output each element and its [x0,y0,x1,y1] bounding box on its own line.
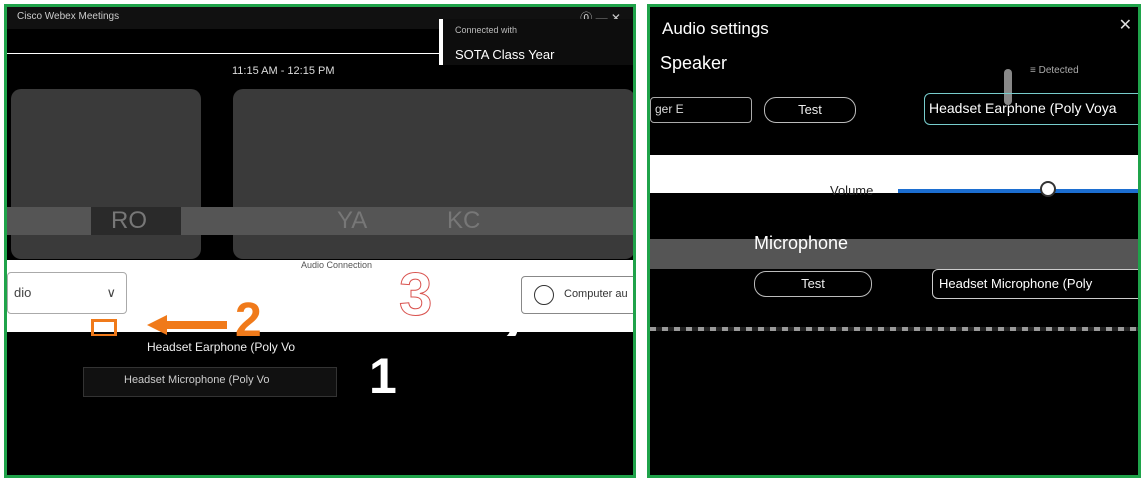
volume-section-bg [650,155,1138,193]
microphone-select-row[interactable]: Headset Microphone (Poly Vo [83,367,337,397]
volume-slider[interactable] [898,189,1138,193]
microphone-controls-row: Test Headset Microphone (Poly [650,269,1138,299]
microphone-device-value: Headset Microphone (Poly [939,276,1093,291]
meeting-time: 11:15 AM - 12:15 PM [232,65,335,77]
speaker-test-button[interactable]: Test [764,97,856,123]
audio-dropdown[interactable]: dio ∨ [7,272,127,314]
speaker-select-row[interactable]: Headset Earphone (Poly Vo [7,336,633,364]
speaker-left-dropdown[interactable]: ger E [650,97,752,123]
toolbar-strip [7,31,439,54]
computer-audio-button[interactable]: Computer au [521,276,633,314]
computer-audio-label: Computer au [564,288,628,300]
dialog-title: Audio settings [662,19,769,38]
microphone-section-bg [650,239,1138,269]
divider [650,327,1138,331]
avatar-initials-1: RO [111,207,147,234]
speaker-device-value: Headset Earphone (Poly Voya [929,100,1117,116]
annotation-highlight-box [91,319,117,337]
microphone-device-dropdown[interactable]: Headset Microphone (Poly [932,269,1138,299]
meeting-info-card: Connected with SOTA Class Year [439,19,633,65]
participant-overlay-bar: RO YA KC [7,207,633,235]
computer-audio-icon [534,285,554,305]
volume-slider-handle[interactable] [1040,181,1056,197]
audio-settings-dialog: Audio settings ✕ Speaker ≡ Detected ger … [647,4,1141,478]
speaker-device-dropdown[interactable]: Headset Earphone (Poly Voya [924,93,1138,125]
audio-connection-label: Audio Connection [301,260,373,270]
speaker-controls-row: ger E Test Headset Earphone (Poly Voya [650,93,1138,125]
speaker-heading: Speaker [660,53,728,73]
avatar-initials-3: KC [447,207,481,234]
microphone-heading: Microphone [754,233,849,253]
detected-status: ≡ Detected [1030,65,1079,76]
close-icon[interactable]: ✕ [1119,15,1132,35]
mic-selected: Headset Microphone (Poly Vo [124,374,270,386]
audio-dropdown-value: dio [14,285,32,300]
speaker-left-dropdown-value: ger E [655,102,684,116]
microphone-test-button[interactable]: Test [754,271,872,297]
org-label: Connected with [455,25,518,35]
speaker-selected: Headset Earphone (Poly Vo [147,340,296,354]
app-name: Cisco Webex Meetings [17,11,120,22]
meeting-title: SOTA Class Year [455,47,555,62]
avatar-initials-2: YA [337,207,368,234]
annotation-number-1: 1 [369,348,397,404]
webex-meeting-window: Cisco Webex Meetings ⓪ — ✕ Connected wit… [4,4,636,478]
annotation-number-3: 3 [398,261,433,329]
volume-label: Volume [830,183,874,198]
chevron-down-icon: ∨ [106,285,116,300]
